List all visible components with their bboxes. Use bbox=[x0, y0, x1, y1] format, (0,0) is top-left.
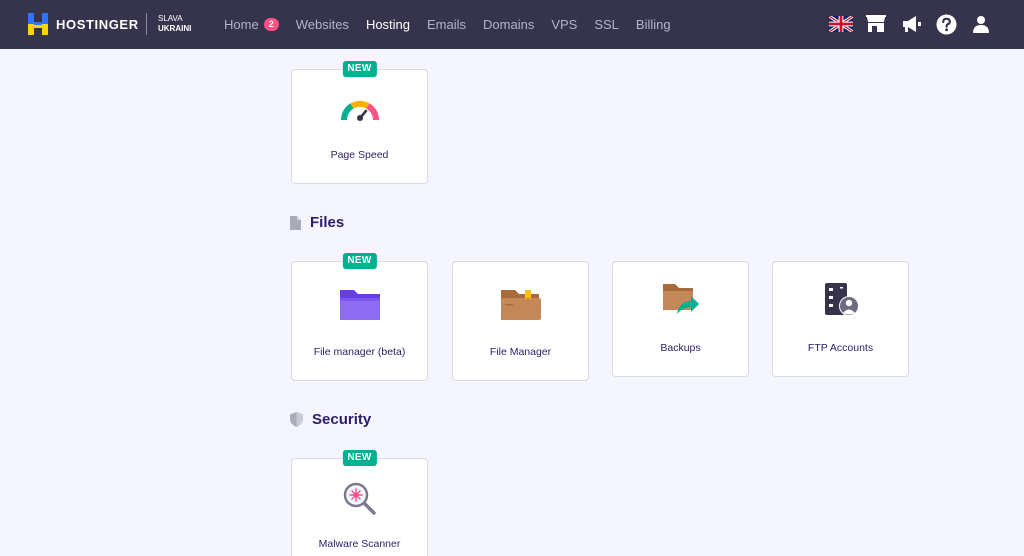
section-title-security: Security bbox=[290, 411, 371, 428]
main-nav: Home 2 Websites Hosting Emails Domains V… bbox=[224, 0, 688, 49]
nav-domains[interactable]: Domains bbox=[483, 17, 534, 32]
card-file-manager[interactable]: File Manager bbox=[452, 261, 589, 381]
brand-logo-link[interactable]: HOSTINGER SLAVA UKRAINI bbox=[28, 13, 191, 35]
card-backups[interactable]: Backups bbox=[612, 261, 749, 377]
card-label: File Manager bbox=[489, 346, 552, 358]
brand-slogan: SLAVA UKRAINI bbox=[158, 14, 191, 34]
backup-folder-icon bbox=[662, 284, 699, 314]
home-notification-badge: 2 bbox=[263, 18, 279, 31]
file-section-icon bbox=[290, 215, 301, 230]
ftp-server-user-icon bbox=[824, 283, 859, 316]
purple-folder-icon bbox=[339, 290, 380, 320]
malware-scanner-icon bbox=[343, 482, 376, 515]
shield-icon bbox=[290, 412, 303, 427]
nav-emails[interactable]: Emails bbox=[427, 17, 466, 32]
card-label: Malware Scanner bbox=[318, 538, 401, 550]
nav-home[interactable]: Home 2 bbox=[224, 17, 279, 32]
speedometer-icon bbox=[340, 100, 379, 121]
card-malware-scanner[interactable]: NEW Malware Scanner bbox=[291, 450, 428, 556]
hostinger-logo-icon bbox=[28, 13, 48, 35]
top-actions bbox=[819, 12, 994, 36]
help-icon bbox=[936, 14, 956, 34]
section-title-security-label: Security bbox=[312, 411, 372, 428]
brand-divider bbox=[146, 13, 147, 35]
new-badge: NEW bbox=[342, 450, 377, 466]
card-page-speed[interactable]: NEW Page Speed bbox=[291, 61, 428, 184]
language-selector[interactable] bbox=[828, 12, 854, 36]
nav-hosting[interactable]: Hosting bbox=[366, 17, 410, 32]
card-file-manager-beta[interactable]: NEW File manager (beta) bbox=[291, 253, 428, 381]
help-button[interactable] bbox=[933, 12, 959, 36]
card-label: FTP Accounts bbox=[807, 342, 874, 354]
top-navigation-bar: HOSTINGER SLAVA UKRAINI Home 2 Websites … bbox=[0, 0, 1024, 49]
store-icon bbox=[866, 15, 886, 32]
uk-flag-icon bbox=[829, 16, 853, 32]
announcements-button[interactable] bbox=[898, 12, 924, 36]
new-badge: NEW bbox=[342, 253, 377, 269]
section-title-files: Files bbox=[290, 214, 344, 231]
user-icon bbox=[973, 16, 989, 33]
nav-ssl[interactable]: SSL bbox=[594, 17, 619, 32]
nav-home-label: Home bbox=[224, 17, 259, 32]
card-label: File manager (beta) bbox=[313, 346, 406, 358]
new-badge: NEW bbox=[342, 61, 377, 77]
nav-billing[interactable]: Billing bbox=[636, 17, 671, 32]
account-button[interactable] bbox=[968, 12, 994, 36]
brown-folder-icon bbox=[500, 290, 541, 320]
nav-websites[interactable]: Websites bbox=[296, 17, 349, 32]
card-ftp-accounts[interactable]: FTP Accounts bbox=[772, 261, 909, 377]
card-label: Page Speed bbox=[330, 149, 389, 161]
card-label: Backups bbox=[660, 342, 701, 354]
megaphone-icon bbox=[903, 16, 921, 32]
nav-vps[interactable]: VPS bbox=[551, 17, 577, 32]
brand-name: HOSTINGER bbox=[56, 16, 139, 32]
section-title-files-label: Files bbox=[310, 214, 345, 231]
slogan-line-1: SLAVA bbox=[158, 14, 183, 23]
slogan-line-2: UKRAINI bbox=[158, 24, 192, 33]
store-button[interactable] bbox=[863, 12, 889, 36]
